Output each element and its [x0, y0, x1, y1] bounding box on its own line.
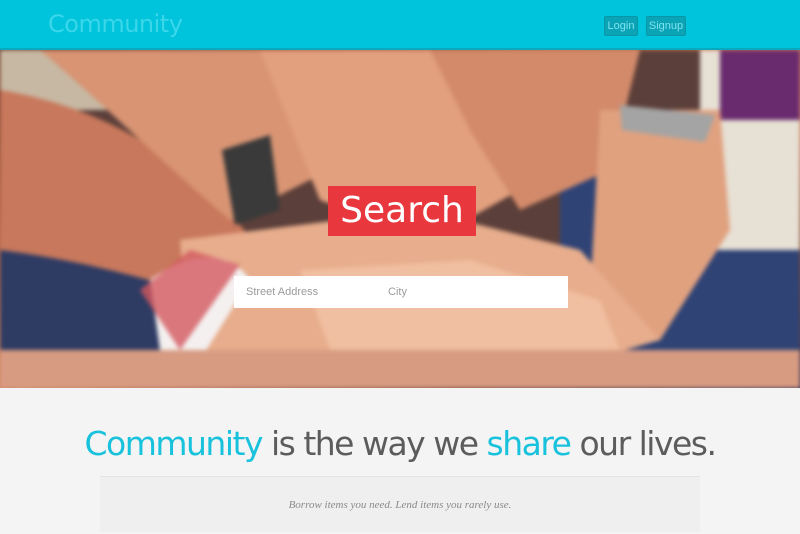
- search-heading: Search: [328, 186, 476, 236]
- search-form: [234, 276, 568, 308]
- subtitle-panel: Borrow items you need. Lend items you ra…: [100, 476, 700, 532]
- city-input[interactable]: [376, 277, 568, 307]
- hero-banner: Search: [0, 50, 800, 388]
- street-address-input[interactable]: [234, 277, 376, 307]
- login-button[interactable]: Login: [604, 16, 638, 36]
- tagline: Community is the way we share our lives.: [0, 424, 800, 463]
- tagline-share: share: [486, 424, 572, 463]
- subtitle-text: Borrow items you need. Lend items you ra…: [288, 499, 512, 511]
- signup-button[interactable]: Signup: [646, 16, 686, 36]
- tagline-text-2: our lives.: [570, 424, 717, 463]
- top-navbar: Community Login Signup: [0, 0, 800, 50]
- tagline-brand: Community: [84, 424, 263, 463]
- tagline-text-1: is the way we: [261, 424, 487, 463]
- brand-logo[interactable]: Community: [48, 10, 183, 38]
